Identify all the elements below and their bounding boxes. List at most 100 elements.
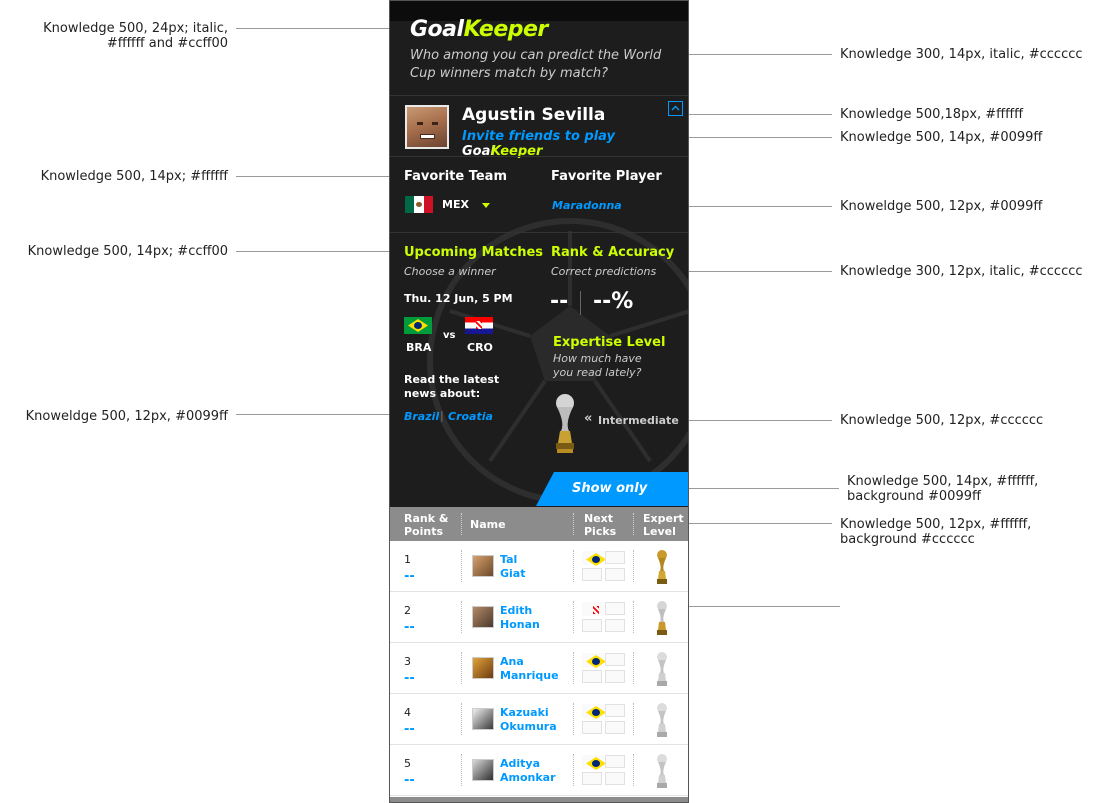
empty-pick-slot[interactable] xyxy=(605,755,625,768)
row-separator xyxy=(573,550,574,582)
row-last-name: Manrique xyxy=(500,669,559,682)
avatar[interactable] xyxy=(472,759,494,781)
avatar[interactable] xyxy=(472,555,494,577)
brazil-flag-icon[interactable] xyxy=(582,704,604,718)
row-separator xyxy=(573,652,574,684)
empty-pick-slot[interactable] xyxy=(582,619,602,632)
row-rank: 3 xyxy=(404,655,411,668)
row-name[interactable]: Edith Honan xyxy=(500,604,540,632)
row-name[interactable]: Tal Giat xyxy=(500,553,525,581)
silver-trophy-icon xyxy=(657,703,667,737)
annotation-logo-line1: Knowledge 500, 24px; italic, xyxy=(43,21,228,36)
header-next-picks[interactable]: Next Picks xyxy=(584,512,624,538)
empty-pick-slot[interactable] xyxy=(605,568,625,581)
row-last-name: Okumura xyxy=(500,720,557,733)
gold-trophy-icon xyxy=(657,550,667,584)
empty-pick-slot[interactable] xyxy=(605,670,625,683)
row-name[interactable]: Aditya Amonkar xyxy=(500,757,556,785)
annotation-friends-leader xyxy=(689,488,839,489)
header-rank-points[interactable]: Rank & Points xyxy=(404,512,454,538)
news-link-croatia[interactable]: Croatia xyxy=(448,410,493,423)
row-separator xyxy=(461,652,462,684)
header-expert-level[interactable]: Expert Level xyxy=(643,512,687,538)
annotation-header: Knowledge 500, 12px, #ffffff, background… xyxy=(840,517,1031,547)
accuracy-value: --% xyxy=(593,289,634,314)
rank-accuracy-subtitle: Correct predictions xyxy=(551,265,657,278)
favorite-player-link[interactable]: Maradonna xyxy=(552,199,622,212)
empty-pick-slot[interactable] xyxy=(605,602,625,615)
row-separator xyxy=(633,652,634,684)
empty-pick-slot[interactable] xyxy=(605,704,625,717)
divider xyxy=(390,95,688,96)
row-rank: 5 xyxy=(404,757,411,770)
avatar[interactable] xyxy=(472,708,494,730)
annotation-news-leader xyxy=(236,414,396,415)
favorite-team-code[interactable]: MEX xyxy=(442,198,469,211)
empty-pick-slot[interactable] xyxy=(582,670,602,683)
brazil-flag-icon[interactable] xyxy=(582,755,604,769)
brazil-flag-icon[interactable] xyxy=(582,653,604,667)
rank-value: -- xyxy=(550,289,569,314)
annotation-correct: Knowledge 300, 12px, italic, #cccccc xyxy=(840,264,1083,279)
annotation-player: Knoweldge 500, 12px, #0099ff xyxy=(840,199,1043,214)
table-row[interactable]: 5 -- Aditya Amonkar xyxy=(390,745,688,796)
avatar[interactable] xyxy=(472,606,494,628)
brazil-flag-icon[interactable] xyxy=(404,317,432,334)
table-row[interactable]: 4 -- Kazuaki Okumura xyxy=(390,694,688,745)
row-name[interactable]: Kazuaki Okumura xyxy=(500,706,557,734)
user-name: Agustin Sevilla xyxy=(462,105,606,125)
empty-pick-slot[interactable] xyxy=(605,551,625,564)
divider xyxy=(390,232,688,233)
empty-pick-slot[interactable] xyxy=(605,721,625,734)
empty-pick-slot[interactable] xyxy=(582,568,602,581)
annotation-invite: Knowledge 500, 14px, #0099ff xyxy=(840,130,1043,145)
silver-trophy-icon xyxy=(657,754,667,788)
annotation-logo: Knowledge 500, 24px; italic, #ffffff and… xyxy=(20,21,228,51)
empty-pick-slot[interactable] xyxy=(605,653,625,666)
expertise-level-title: Expertise Level xyxy=(553,335,666,350)
match-date: Thu. 12 Jun, 5 PM xyxy=(404,292,513,305)
brazil-flag-icon[interactable] xyxy=(582,551,604,565)
leaderboard-header: Rank & Points Name Next Picks Expert Lev… xyxy=(390,507,688,541)
croatia-flag-icon[interactable] xyxy=(582,602,604,616)
show-only-friends-button[interactable]: Show only Friends xyxy=(536,472,688,506)
table-row[interactable]: 2 -- Edith Honan xyxy=(390,592,688,643)
row-name[interactable]: Ana Manrique xyxy=(500,655,559,683)
croatia-flag-icon[interactable] xyxy=(465,317,493,334)
row-separator xyxy=(461,601,462,633)
annotation-intermediate: Knowledge 500, 12px, #cccccc xyxy=(840,413,1044,428)
avatar[interactable] xyxy=(472,657,494,679)
row-separator xyxy=(461,754,462,786)
news-link-brazil[interactable]: Brazil xyxy=(404,410,439,423)
divider xyxy=(390,156,688,157)
row-points: -- xyxy=(404,620,415,635)
row-first-name: Kazuaki xyxy=(500,706,549,719)
chevron-up-icon[interactable] xyxy=(668,101,683,116)
empty-pick-slot[interactable] xyxy=(605,619,625,632)
empty-pick-slot[interactable] xyxy=(582,772,602,785)
row-points: -- xyxy=(404,569,415,584)
row-last-name: Honan xyxy=(500,618,540,631)
annotation-upcoming: Knowledge 500, 14px; #ccff00 xyxy=(27,244,228,259)
silver-trophy-icon xyxy=(657,652,667,686)
favorite-player-label: Favorite Player xyxy=(551,169,662,184)
user-avatar[interactable] xyxy=(405,105,449,149)
logo-goal: Goal xyxy=(410,17,464,42)
annotation-correct-leader xyxy=(664,271,832,272)
annotation-friends-line2: background #0099ff xyxy=(847,489,981,504)
header-name[interactable]: Name xyxy=(470,518,506,531)
annotation-team: Knowledge 500, 14px; #ffffff xyxy=(40,169,228,184)
row-points: -- xyxy=(404,773,415,788)
table-row[interactable]: 3 -- Ana Manrique xyxy=(390,643,688,694)
chevron-down-icon[interactable] xyxy=(482,203,490,208)
row-first-name: Edith xyxy=(500,604,533,617)
empty-pick-slot[interactable] xyxy=(605,772,625,785)
chevron-double-left-icon[interactable]: « xyxy=(584,411,592,426)
annotation-header-line1: Knowledge 500, 12px, #ffffff, xyxy=(840,517,1032,532)
annotation-friends: Knowledge 500, 14px, #ffffff, background… xyxy=(847,474,1038,504)
stat-separator xyxy=(580,291,581,315)
invite-friends-link[interactable]: Invite friends to play GoalKeeper xyxy=(462,129,688,159)
table-row[interactable]: 1 -- Tal Giat xyxy=(390,541,688,592)
annotation-tagline: Knowledge 300, 14px, italic, #cccccc xyxy=(840,47,1083,62)
empty-pick-slot[interactable] xyxy=(582,721,602,734)
